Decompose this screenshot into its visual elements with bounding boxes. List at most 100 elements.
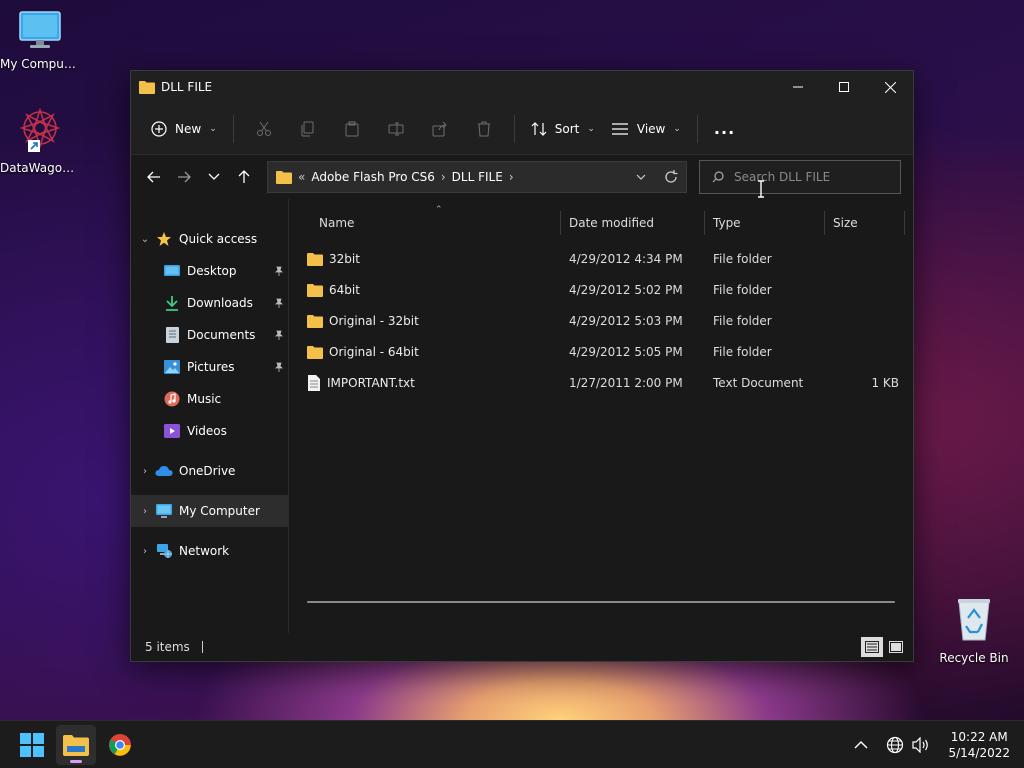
sort-ascending-icon: ⌃ [435, 205, 443, 215]
desktop-icon-recycle-bin[interactable]: Recycle Bin [934, 596, 1014, 665]
paste-button[interactable] [336, 113, 368, 145]
file-row-important-txt[interactable]: IMPORTANT.txt 1/27/2011 2:00 PM Text Doc… [289, 367, 913, 398]
back-button[interactable] [139, 162, 169, 192]
desktop-icon-my-computer[interactable]: My Computer [0, 10, 80, 71]
search-box[interactable] [699, 160, 901, 194]
maximize-icon [839, 82, 849, 92]
more-options-button[interactable]: ... [706, 113, 743, 145]
share-button[interactable] [424, 113, 456, 145]
pin-icon [274, 265, 284, 279]
file-name: Original - 32bit [329, 313, 419, 328]
column-header-label: Date modified [569, 216, 655, 230]
maximize-button[interactable] [821, 71, 867, 103]
sidebar-item-my-computer[interactable]: › My Computer [131, 495, 288, 527]
videos-icon [163, 423, 181, 439]
sidebar-item-onedrive[interactable]: › OneDrive [131, 455, 288, 487]
folder-icon [307, 314, 323, 328]
file-list[interactable]: ⌃ Name Date modified Type Size 32bit 4/2… [289, 199, 913, 633]
file-row-32bit[interactable]: 32bit 4/29/2012 4:34 PM File folder [289, 243, 913, 274]
status-divider [201, 641, 203, 653]
network-icon [155, 543, 173, 559]
recycle-bin-icon [958, 599, 990, 641]
sidebar-item-label: Videos [187, 424, 227, 438]
column-header-label: Name [319, 216, 355, 230]
chevron-right-icon[interactable]: › [135, 506, 155, 517]
sidebar-item-network[interactable]: › Network [131, 535, 288, 567]
sidebar-item-desktop[interactable]: Desktop [131, 255, 288, 287]
sidebar-item-label: Downloads [187, 296, 253, 310]
details-view-button[interactable] [861, 637, 883, 657]
sort-button[interactable]: Sort ⌄ [523, 113, 603, 145]
folder-icon [307, 345, 323, 359]
file-type: File folder [713, 282, 772, 297]
cut-button[interactable] [248, 113, 280, 145]
chevron-right-icon[interactable]: › [135, 546, 155, 557]
file-explorer-icon [63, 734, 89, 756]
file-row-original-32bit[interactable]: Original - 32bit 4/29/2012 5:03 PM File … [289, 305, 913, 336]
sidebar-item-downloads[interactable]: Downloads [131, 287, 288, 319]
sidebar-item-label: Network [179, 544, 230, 558]
rename-button[interactable] [380, 113, 412, 145]
navigation-pane[interactable]: ⌄ Quick access Desktop Downloads Documen… [131, 199, 289, 633]
arrow-right-icon [178, 171, 191, 183]
up-button[interactable] [229, 162, 259, 192]
desktop-icon [163, 263, 181, 279]
file-date: 4/29/2012 5:02 PM [569, 282, 683, 297]
sort-button-label: Sort [554, 121, 580, 136]
view-button[interactable]: View ⌄ [603, 113, 689, 145]
clock-date: 5/14/2022 [948, 745, 1010, 760]
forward-button[interactable] [169, 162, 199, 192]
chevron-down-icon[interactable] [636, 174, 646, 181]
file-date: 1/27/2011 2:00 PM [569, 375, 683, 390]
paste-icon [345, 121, 359, 136]
horizontal-scrollbar[interactable] [307, 601, 895, 603]
taskbar-file-explorer[interactable] [56, 724, 96, 765]
column-header-type[interactable]: Type [705, 211, 825, 235]
sidebar-item-music[interactable]: Music [131, 383, 288, 415]
minimize-button[interactable] [775, 71, 821, 103]
column-header-size[interactable]: Size [825, 211, 905, 235]
globe-icon[interactable] [886, 736, 904, 754]
column-header-name[interactable]: Name [289, 211, 561, 235]
refresh-icon[interactable] [664, 170, 678, 184]
chevron-down-icon[interactable]: ⌄ [135, 234, 155, 245]
clock[interactable]: 10:22 AM 5/14/2022 [948, 729, 1010, 761]
status-bar: 5 items [131, 633, 913, 661]
file-date: 4/29/2012 5:05 PM [569, 344, 683, 359]
chevron-right-icon[interactable]: › [441, 170, 446, 184]
delete-button[interactable] [468, 113, 500, 145]
chevron-right-icon[interactable]: › [135, 466, 155, 477]
taskbar-chrome[interactable] [100, 725, 140, 765]
desktop-icon-label: Recycle Bin [939, 651, 1009, 665]
desktop-icon-datawagon[interactable]: DataWagon... [0, 106, 80, 175]
breadcrumb-overflow[interactable]: « [298, 170, 305, 184]
speaker-icon[interactable] [912, 736, 930, 753]
file-name: 64bit [329, 282, 360, 297]
sidebar-item-pictures[interactable]: Pictures [131, 351, 288, 383]
sidebar-item-label: Desktop [187, 264, 237, 278]
title-bar[interactable]: DLL FILE [131, 71, 913, 103]
sidebar-item-quick-access[interactable]: ⌄ Quick access [131, 223, 288, 255]
chevron-right-icon[interactable]: › [509, 170, 514, 184]
sidebar-item-label: Pictures [187, 360, 235, 374]
chevron-up-icon[interactable] [854, 740, 868, 750]
breadcrumb-item[interactable]: Adobe Flash Pro CS6 [311, 170, 435, 184]
rename-icon [388, 122, 404, 135]
star-icon [155, 231, 173, 247]
breadcrumb-item[interactable]: DLL FILE [452, 170, 503, 184]
recent-locations-button[interactable] [199, 162, 229, 192]
view-list-icon [611, 122, 628, 135]
close-button[interactable] [867, 71, 913, 103]
column-header-date[interactable]: Date modified [561, 211, 705, 235]
file-row-64bit[interactable]: 64bit 4/29/2012 5:02 PM File folder [289, 274, 913, 305]
arrow-left-icon [147, 171, 160, 183]
copy-button[interactable] [292, 113, 324, 145]
file-row-original-64bit[interactable]: Original - 64bit 4/29/2012 5:05 PM File … [289, 336, 913, 367]
sidebar-item-documents[interactable]: Documents [131, 319, 288, 351]
start-button[interactable] [12, 725, 52, 765]
address-bar[interactable]: « Adobe Flash Pro CS6 › DLL FILE › [267, 161, 687, 193]
new-button[interactable]: New ⌄ [143, 113, 225, 145]
large-icons-view-button[interactable] [885, 637, 907, 657]
sidebar-item-videos[interactable]: Videos [131, 415, 288, 447]
item-count: 5 items [145, 640, 190, 654]
